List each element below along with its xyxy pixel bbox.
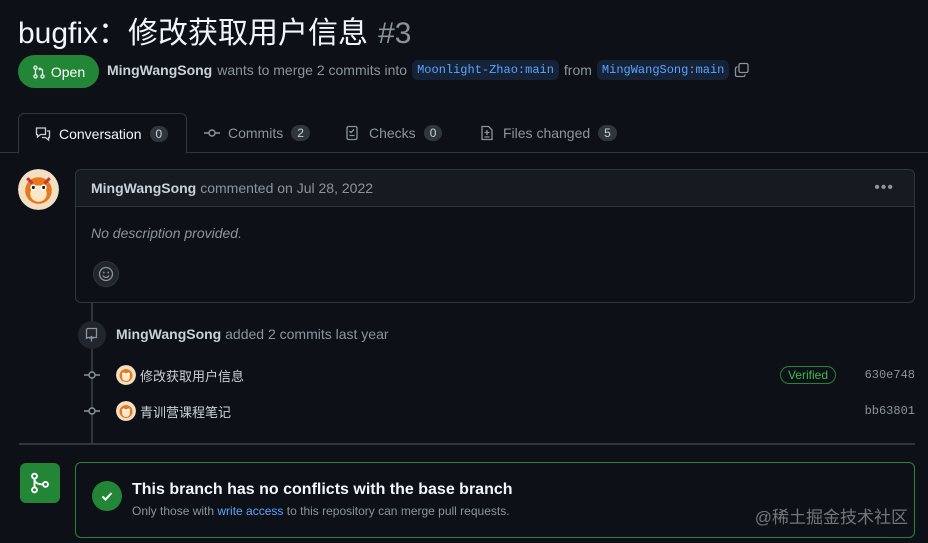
head-branch-label[interactable]: MingWangSong:main [596,60,730,80]
git-merge-icon [20,463,60,503]
comment-author-avatar[interactable] [18,169,59,210]
copy-icon[interactable] [734,62,750,78]
commit-sha-link[interactable]: 630e748 [865,368,915,382]
commit-row: 青训营课程笔记 bb63801 [84,399,915,423]
base-branch-label[interactable]: Moonlight-Zhao:main [412,60,559,80]
pr-title: bugfix：修改获取用户信息 #3 [18,8,411,52]
pr-title-text: bugfix：修改获取用户信息 [18,17,369,50]
merge-status-subtitle: Only those with write access to this rep… [132,504,510,518]
write-access-link[interactable]: write access [217,504,283,518]
comment-body: No description provided. [91,225,242,241]
tab-conversation-count: 0 [149,125,169,142]
merge-sub-before: Only those with [132,504,215,518]
tab-commits-count: 2 [291,125,310,141]
pr-state-label: Open [50,63,86,80]
commit-message-link[interactable]: 修改获取用户信息 [140,366,244,385]
pr-meta: MingWangSong wants to merge 2 commits in… [107,60,750,80]
repo-push-icon [78,321,106,349]
timeline-divider [19,443,915,445]
verified-badge[interactable]: Verified [779,366,836,384]
comment-meta: commented on Jul 28, 2022 [200,180,374,196]
git-commit-icon [84,403,100,419]
pr-number: #3 [378,17,412,50]
add-reaction-button[interactable] [93,261,119,287]
tab-files-changed[interactable]: Files changed 5 [463,113,633,153]
commit-author-avatar[interactable] [116,365,136,385]
tab-commits[interactable]: Commits 2 [188,113,326,153]
comment-author[interactable]: MingWangSong [91,180,196,196]
pr-state-badge: Open [18,55,99,88]
git-commit-icon [204,129,220,137]
check-circle-icon [92,481,122,511]
tab-commits-label: Commits [228,125,284,141]
event-author[interactable]: MingWangSong [116,326,221,342]
pr-tabs: Conversation 0 Commits 2 Checks 0 Files … [0,113,928,154]
watermark: @稀土掘金技术社区 [754,508,908,527]
commit-sha-link[interactable]: bb63801 [865,404,915,418]
pr-merge-text: wants to merge 2 commits into [217,62,408,78]
tab-files-changed-count: 5 [598,125,617,141]
git-commit-icon [84,367,100,383]
tab-checks-count: 0 [423,125,443,141]
tab-files-changed-label: Files changed [503,125,591,141]
tab-conversation[interactable]: Conversation 0 [18,113,187,154]
pr-from-text: from [563,62,592,78]
commit-row: 修改获取用户信息 Verified 630e748 [84,363,915,387]
comment-discussion-icon [35,126,51,141]
tab-conversation-label: Conversation [59,125,142,142]
smiley-icon [98,266,114,282]
commit-author-avatar[interactable] [116,401,136,421]
merge-status-title: This branch has no conflicts with the ba… [132,481,513,498]
comment-card: MingWangSong commented on Jul 28, 2022 •… [75,169,915,303]
merge-sub-after: to this repository can merge pull reques… [286,504,510,518]
tab-checks[interactable]: Checks 0 [329,113,458,153]
comment-options-icon[interactable]: ••• [874,179,894,197]
tab-checks-label: Checks [369,125,416,141]
git-pull-request-icon [33,64,45,79]
file-diff-icon [481,125,493,141]
event-text: added 2 commits last year [225,326,389,342]
pr-author-link[interactable]: MingWangSong [107,62,212,78]
comment-header: MingWangSong commented on Jul 28, 2022 [76,170,914,207]
checklist-icon [346,125,358,141]
commits-added-event: MingWangSong added 2 commits last year [116,326,389,342]
commit-message-link[interactable]: 青训营课程笔记 [140,402,231,421]
